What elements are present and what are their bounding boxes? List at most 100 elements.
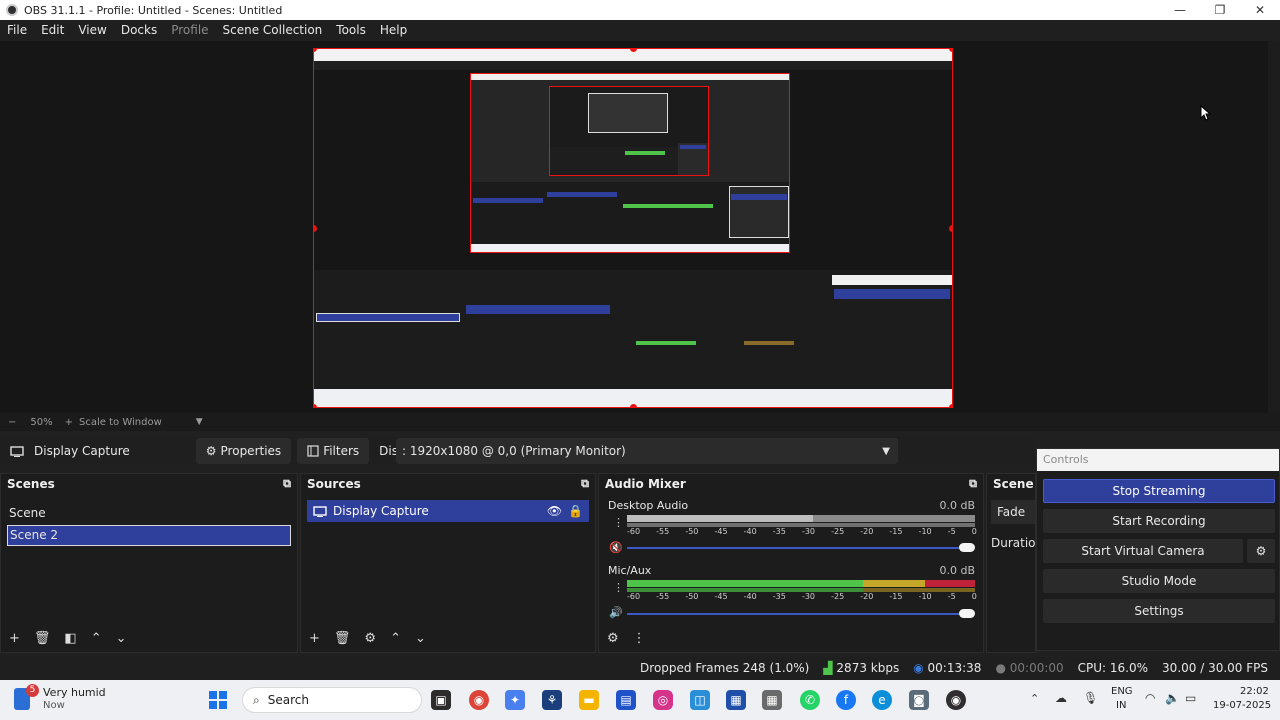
calculator-icon[interactable]: ▦ <box>762 690 782 710</box>
resize-handle[interactable] <box>949 225 952 232</box>
instagram-icon[interactable]: ◎ <box>653 690 673 710</box>
add-scene-icon[interactable]: + <box>9 631 20 646</box>
volume-fader-track[interactable] <box>627 613 967 615</box>
resize-handle[interactable] <box>314 404 317 407</box>
meter-tick-label: -30 <box>801 527 816 536</box>
microphone-icon[interactable]: 🎙 <box>1083 691 1098 705</box>
scene-item-selected[interactable]: Scene 2 <box>7 525 291 546</box>
menu-edit[interactable]: Edit <box>34 20 71 41</box>
app-icon[interactable]: ◫ <box>690 690 710 710</box>
whatsapp-icon[interactable]: ✆ <box>800 690 820 710</box>
sources-title: Sources <box>307 477 361 491</box>
meter-tick-label: -55 <box>656 527 670 536</box>
channel-menu-icon[interactable]: ⋮ <box>613 516 624 529</box>
volume-fader-track[interactable] <box>627 547 967 549</box>
volume-fader-knob[interactable] <box>959 609 975 618</box>
onedrive-icon[interactable]: ☁ <box>1055 691 1067 705</box>
move-down-icon[interactable]: ⌄ <box>116 631 127 646</box>
filters-button[interactable]: Filters <box>297 438 370 464</box>
dock-undock-icon[interactable]: ⧉ <box>969 477 977 491</box>
chrome-icon[interactable]: ◉ <box>469 690 489 710</box>
stop-streaming-button[interactable]: Stop Streaming <box>1043 479 1275 503</box>
source-item[interactable]: Display Capture 👁 🔒 <box>307 500 589 522</box>
title-bar: OBS 31.1.1 - Profile: Untitled - Scenes:… <box>0 0 1280 20</box>
scene-item[interactable]: Scene <box>1 502 297 525</box>
menu-scene-collection[interactable]: Scene Collection <box>216 20 330 41</box>
store-icon[interactable]: ▤ <box>616 690 636 710</box>
taskbar: 5 Very humid Now ⌕ Search ▣ ◉ ✦ ⚘ ▬ ▤ ◎ … <box>0 680 1280 720</box>
mixer-menu-icon[interactable]: ⋮ <box>633 631 646 646</box>
source-properties-gear-icon[interactable]: ⚙ <box>364 631 376 646</box>
meter-tick-label: -20 <box>860 527 874 536</box>
eye-icon[interactable]: 👁 <box>547 504 562 518</box>
fps-status: 30.00 / 30.00 FPS <box>1162 661 1268 675</box>
maximize-icon[interactable]: ❐ <box>1200 0 1240 20</box>
task-view-icon[interactable]: ▣ <box>431 690 451 710</box>
properties-button[interactable]: ⚙ Properties <box>195 438 292 464</box>
menu-file[interactable]: File <box>0 20 34 41</box>
start-recording-button[interactable]: Start Recording <box>1043 509 1275 533</box>
preview-scrollbar[interactable] <box>1268 41 1280 413</box>
camera-icon[interactable]: ◙ <box>909 690 929 710</box>
move-up-icon[interactable]: ⌃ <box>390 631 401 646</box>
windows-start-icon[interactable] <box>208 690 228 710</box>
dock-undock-icon[interactable]: ⧉ <box>581 477 589 491</box>
battery-icon[interactable]: ▭ <box>1185 691 1196 705</box>
resize-handle[interactable] <box>949 404 952 407</box>
resize-handle[interactable] <box>949 49 952 52</box>
virtual-camera-gear-icon[interactable]: ⚙ <box>1247 539 1275 563</box>
facebook-icon[interactable]: f <box>836 690 856 710</box>
wifi-icon[interactable]: ◠ <box>1145 691 1155 705</box>
obs-taskbar-icon[interactable]: ◉ <box>946 690 966 710</box>
scene-filters-icon[interactable]: ◧ <box>64 631 76 646</box>
clock-date[interactable]: 19-07-2025 <box>1213 700 1271 711</box>
meter-tick-label: -15 <box>889 592 903 601</box>
display-select[interactable]: : 1920x1080 @ 0,0 (Primary Monitor) ▼ <box>396 438 898 464</box>
app-icon[interactable]: ⚘ <box>542 690 562 710</box>
copilot-icon[interactable]: ✦ <box>505 690 525 710</box>
settings-button[interactable]: Settings <box>1043 599 1275 623</box>
studio-mode-button[interactable]: Studio Mode <box>1043 569 1275 593</box>
zoom-out-button[interactable]: − <box>8 417 16 428</box>
gear-icon: ⚙ <box>205 444 217 458</box>
remove-source-icon[interactable]: 🗑 <box>334 631 351 646</box>
chevron-up-icon[interactable]: ⌃ <box>1030 692 1039 705</box>
volume-meter-green <box>627 580 863 587</box>
language-top[interactable]: ENG <box>1111 686 1133 697</box>
speaker-icon[interactable]: 🔊 <box>609 606 623 619</box>
taskbar-search[interactable]: ⌕ Search <box>242 687 422 713</box>
dock-undock-icon[interactable]: ⧉ <box>283 477 291 491</box>
start-virtual-camera-button[interactable]: Start Virtual Camera <box>1043 539 1243 563</box>
move-down-icon[interactable]: ⌄ <box>415 631 426 646</box>
preview-canvas[interactable] <box>313 48 953 408</box>
volume-icon[interactable]: 🔈 <box>1165 691 1180 705</box>
edge-icon[interactable]: e <box>872 690 892 710</box>
transition-select[interactable]: Fade <box>991 500 1035 524</box>
file-explorer-icon[interactable]: ▬ <box>579 690 599 710</box>
zoom-in-button[interactable]: + <box>65 417 73 428</box>
resize-handle[interactable] <box>630 404 637 407</box>
menu-help[interactable]: Help <box>373 20 414 41</box>
channel-menu-icon[interactable]: ⋮ <box>613 581 624 594</box>
window-controls: — ❐ ✕ <box>1160 0 1280 20</box>
remove-scene-icon[interactable]: 🗑 <box>34 631 51 646</box>
clock-time[interactable]: 22:02 <box>1240 686 1269 697</box>
menu-docks[interactable]: Docks <box>114 20 164 41</box>
menu-tools[interactable]: Tools <box>329 20 373 41</box>
menu-view[interactable]: View <box>71 20 113 41</box>
lock-icon[interactable]: 🔒 <box>568 504 583 518</box>
speaker-muted-icon[interactable]: 🔇 <box>609 541 623 554</box>
language-bottom[interactable]: IN <box>1116 700 1126 711</box>
scale-mode[interactable]: Scale to Window <box>79 417 162 428</box>
menu-profile[interactable]: Profile <box>164 20 215 41</box>
app-icon[interactable]: ▦ <box>726 690 746 710</box>
chevron-down-icon[interactable]: ▼ <box>196 417 203 427</box>
move-up-icon[interactable]: ⌃ <box>91 631 102 646</box>
volume-fader-knob[interactable] <box>959 543 975 552</box>
add-source-icon[interactable]: + <box>309 631 320 646</box>
close-icon[interactable]: ✕ <box>1240 0 1280 20</box>
filters-label: Filters <box>323 444 360 458</box>
advanced-audio-gear-icon[interactable]: ⚙ <box>607 631 619 646</box>
minimize-icon[interactable]: — <box>1160 0 1200 20</box>
preview-area[interactable] <box>0 41 1280 413</box>
